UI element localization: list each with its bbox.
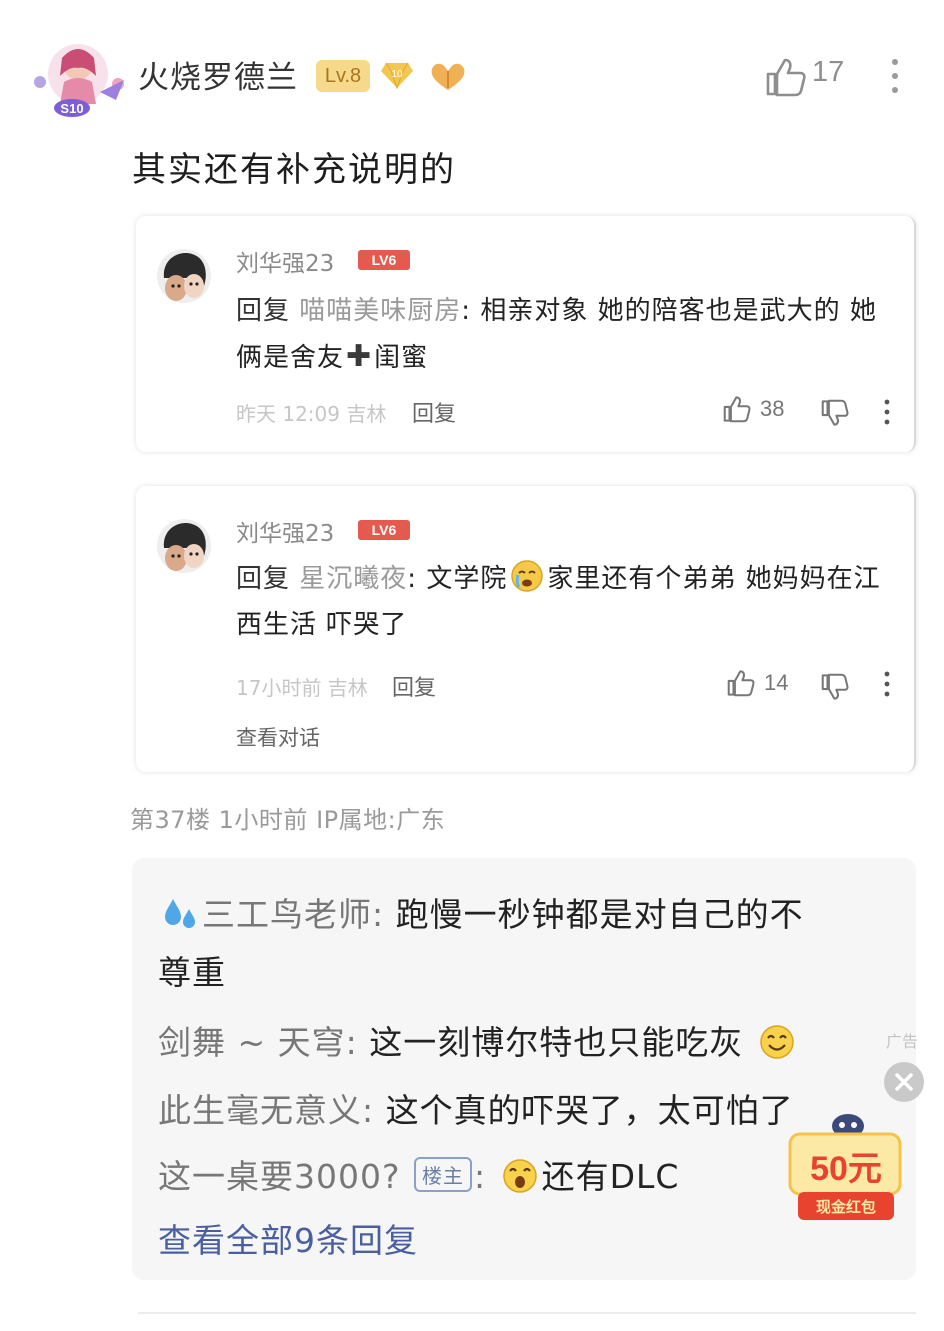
reply-button[interactable]: 回复	[412, 396, 456, 428]
crying-emoji-icon	[510, 559, 544, 593]
reply-card: 刘华强23 LV6 回复 喵喵美味厨房: 相亲对象 她的陪客也是武大的 她俩是舍…	[136, 216, 916, 452]
smile-emoji-icon	[758, 1023, 796, 1061]
reply-button[interactable]: 回复	[392, 670, 436, 702]
red-envelope-ad[interactable]: 50元 现金红包	[786, 1112, 904, 1222]
fan-heart-icon	[428, 60, 468, 92]
reply-username[interactable]: 刘华强23	[236, 514, 334, 548]
sub-reply-author[interactable]: 此生毫无意义:	[158, 1091, 374, 1130]
vip-level-text: 10	[391, 69, 403, 80]
sub-reply-item[interactable]: 剑舞 ~ 天穹: 这一刻博尔特也只能吃灰	[158, 1016, 799, 1064]
like-icon[interactable]	[722, 394, 752, 424]
reply-level-badge: LV6	[358, 250, 410, 270]
sub-reply-text: 这个真的吓哭了，太可怕了	[385, 1091, 794, 1130]
reply-target-user[interactable]: 星沉曦夜	[299, 564, 407, 594]
view-all-replies-link[interactable]: 查看全部9条回复	[158, 1214, 418, 1262]
more-options-icon[interactable]	[884, 56, 906, 98]
divider	[138, 1312, 916, 1314]
reply-text-part1: : 文学院	[407, 564, 508, 594]
reply-time-location: 昨天 12:09 吉林	[236, 402, 387, 426]
ad-caption: 现金红包	[816, 1198, 876, 1216]
ad-label: 广告	[886, 1032, 919, 1051]
surprised-emoji-icon	[501, 1157, 539, 1195]
post-content: 其实还有补充说明的	[132, 150, 456, 190]
more-options-icon[interactable]	[882, 670, 892, 698]
floor-info: 第37楼 1小时前 IP属地:广东	[130, 806, 446, 834]
reply-username[interactable]: 刘华强23	[236, 244, 334, 278]
vip-diamond-icon: 10	[380, 61, 414, 90]
reply-text-part2: 闺蜜	[374, 343, 429, 373]
reply-level-badge: LV6	[358, 520, 410, 540]
sub-reply-author[interactable]: 三工鸟老师:	[202, 895, 384, 934]
plus-emoji-icon: ✚	[346, 339, 373, 374]
reply-avatar[interactable]	[156, 518, 212, 574]
reply-target-user[interactable]: 喵喵美味厨房	[299, 296, 461, 326]
ad-amount: 50元	[810, 1150, 882, 1188]
post-username[interactable]: 火烧罗德兰	[138, 52, 298, 97]
sub-reply-text-continued: 尊重	[158, 953, 226, 992]
reply-card: 刘华强23 LV6 回复 星沉曦夜: 文学院 家里还有个弟弟 她妈妈在江西生活 吓…	[136, 486, 916, 772]
sweat-drops-icon	[161, 895, 199, 933]
reply-prefix: 回复	[236, 564, 291, 594]
reply-text: 回复 星沉曦夜: 文学院 家里还有个弟弟 她妈妈在江西生活 吓哭了	[236, 556, 896, 648]
dislike-icon[interactable]	[820, 398, 850, 428]
sub-reply-author[interactable]: 剑舞 ~ 天穹:	[158, 1023, 358, 1062]
like-count: 17	[812, 56, 845, 88]
dislike-icon[interactable]	[820, 672, 850, 702]
sub-reply-author[interactable]: 这一桌要3000?	[158, 1157, 401, 1196]
more-options-icon[interactable]	[882, 398, 892, 426]
reply-like-count: 14	[764, 670, 789, 695]
like-icon[interactable]	[726, 668, 756, 698]
user-avatar[interactable]: S10	[26, 36, 130, 120]
sub-reply-text: 跑慢一秒钟都是对自己的不	[395, 895, 804, 934]
sub-reply-item[interactable]: 三工鸟老师: 跑慢一秒钟都是对自己的不	[158, 888, 804, 936]
view-conversation-link[interactable]: 查看对话	[236, 722, 320, 752]
sub-reply-text: 这一刻博尔特也只能吃灰	[369, 1023, 744, 1062]
reply-text: 回复 喵喵美味厨房: 相亲对象 她的陪客也是武大的 她俩是舍友✚闺蜜	[236, 288, 896, 381]
reply-like-count: 38	[760, 396, 785, 421]
user-level-badge: Lv.8	[316, 60, 370, 92]
op-badge: 楼主	[414, 1157, 472, 1192]
reply-avatar[interactable]	[156, 248, 212, 304]
avatar-badge-text: S10	[60, 101, 83, 116]
sub-reply-text: 还有DLC	[541, 1157, 680, 1196]
reply-time-location: 17小时前 吉林	[236, 676, 368, 700]
sub-reply-item[interactable]: 此生毫无意义: 这个真的吓哭了，太可怕了	[158, 1084, 794, 1132]
reply-prefix: 回复	[236, 296, 291, 326]
sub-reply-item[interactable]: 这一桌要3000? 楼主: 还有DLC	[158, 1150, 679, 1198]
close-ad-button[interactable]	[884, 1062, 924, 1102]
like-icon[interactable]	[764, 56, 808, 98]
